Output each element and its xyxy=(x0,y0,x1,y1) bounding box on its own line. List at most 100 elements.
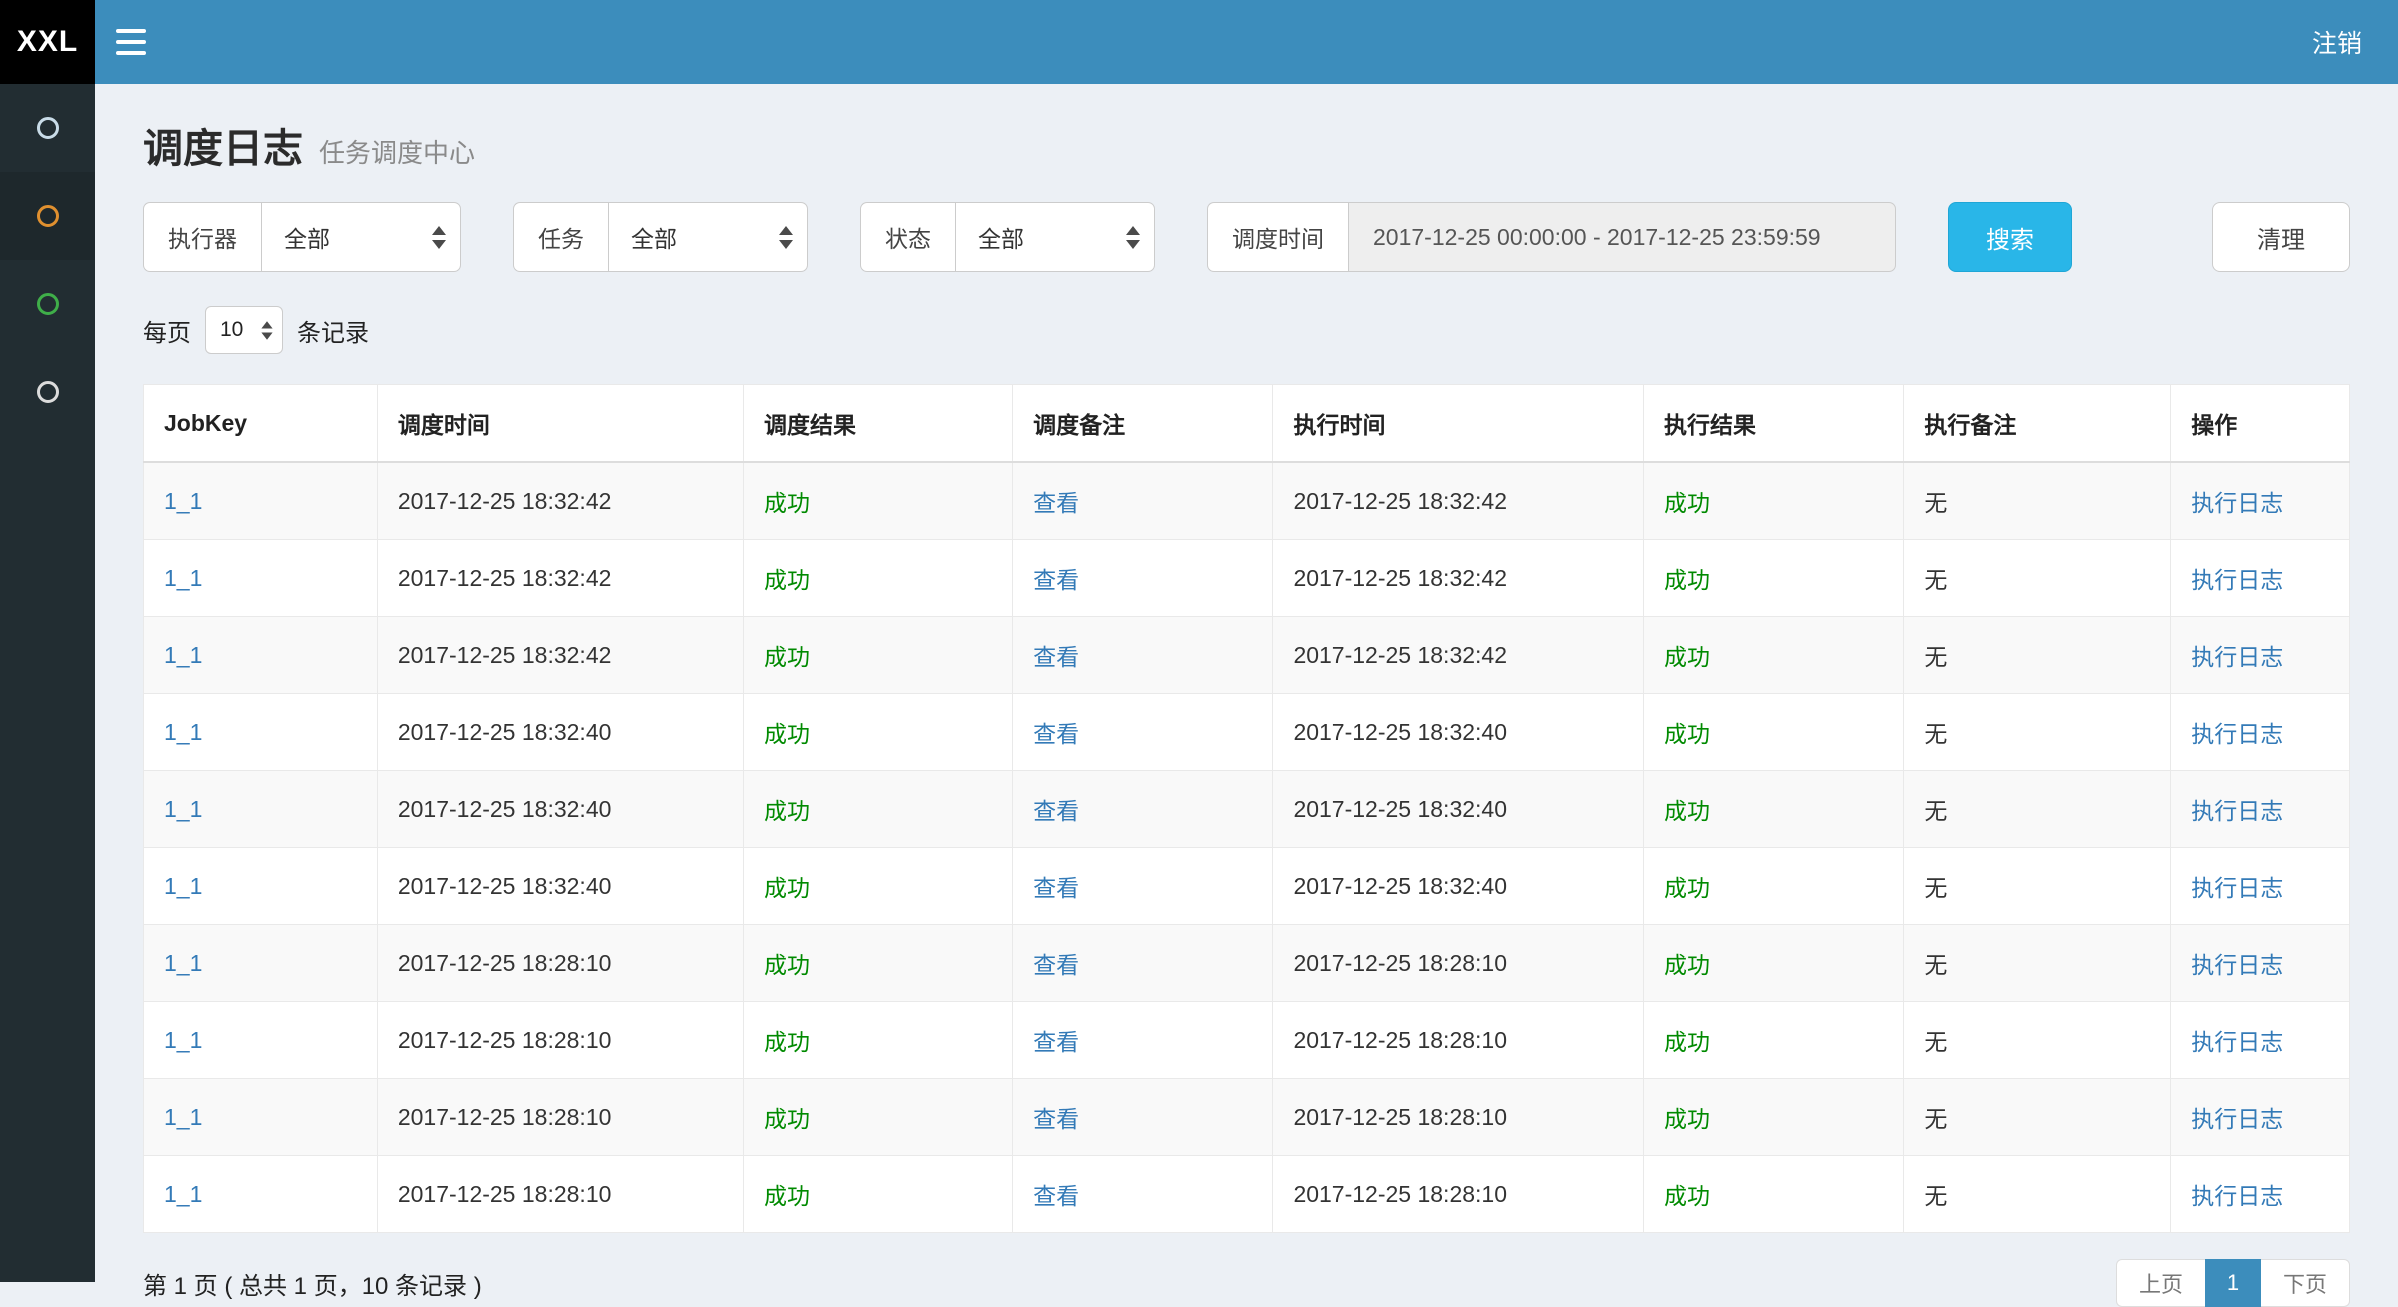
jobkey-link[interactable]: 1_1 xyxy=(164,1181,202,1207)
trigger-msg-link[interactable]: 查看 xyxy=(1033,1106,1079,1132)
select-stepper-icon xyxy=(779,226,793,249)
table-row: 1_1 2017-12-25 18:32:40 成功 查看 2017-12-25… xyxy=(144,848,2350,925)
jobkey-link[interactable]: 1_1 xyxy=(164,796,202,822)
trigger-result-cell: 成功 xyxy=(744,540,1013,617)
handle-msg-cell: 无 xyxy=(1904,925,2171,1002)
trigger-time-filter-group: 调度时间 2017-12-25 00:00:00 - 2017-12-25 23… xyxy=(1207,202,1896,272)
table-row: 1_1 2017-12-25 18:32:42 成功 查看 2017-12-25… xyxy=(144,462,2350,540)
job-filter-select[interactable]: 全部 xyxy=(608,202,808,272)
pagination-page-1-button[interactable]: 1 xyxy=(2205,1259,2261,1307)
exec-log-link[interactable]: 执行日志 xyxy=(2191,1183,2283,1209)
exec-log-link[interactable]: 执行日志 xyxy=(2191,721,2283,747)
select-stepper-icon xyxy=(261,321,272,339)
trigger-msg-link[interactable]: 查看 xyxy=(1033,1029,1079,1055)
page-size-prefix-label: 每页 xyxy=(143,313,191,348)
jobkey-link[interactable]: 1_1 xyxy=(164,950,202,976)
col-header-handle-result: 执行结果 xyxy=(1644,385,1904,463)
jobkey-link[interactable]: 1_1 xyxy=(164,488,202,514)
trigger-msg-link[interactable]: 查看 xyxy=(1033,875,1079,901)
handle-time-cell: 2017-12-25 18:28:10 xyxy=(1273,925,1644,1002)
exec-log-link[interactable]: 执行日志 xyxy=(2191,952,2283,978)
page-size-suffix-label: 条记录 xyxy=(297,313,369,348)
handle-result-cell: 成功 xyxy=(1644,1002,1904,1079)
table-row: 1_1 2017-12-25 18:28:10 成功 查看 2017-12-25… xyxy=(144,1079,2350,1156)
sidebar-toggle-button[interactable] xyxy=(95,0,167,84)
handle-result-cell: 成功 xyxy=(1644,925,1904,1002)
exec-log-link[interactable]: 执行日志 xyxy=(2191,644,2283,670)
select-stepper-icon xyxy=(432,226,446,249)
sidebar-item-4[interactable] xyxy=(0,348,95,436)
sidebar-item-1[interactable] xyxy=(0,84,95,172)
table-header-row: JobKey 调度时间 调度结果 调度备注 执行时间 执行结果 执行备注 操作 xyxy=(144,385,2350,463)
trigger-msg-link[interactable]: 查看 xyxy=(1033,952,1079,978)
trigger-result-cell: 成功 xyxy=(744,1156,1013,1233)
pagination-prev-button[interactable]: 上页 xyxy=(2116,1259,2206,1307)
executor-filter-select[interactable]: 全部 xyxy=(261,202,461,272)
pagination-info: 第 1 页 ( 总共 1 页，10 条记录 ) xyxy=(143,1266,482,1301)
trigger-result-cell: 成功 xyxy=(744,1079,1013,1156)
exec-log-link[interactable]: 执行日志 xyxy=(2191,1029,2283,1055)
col-header-trigger-time: 调度时间 xyxy=(377,385,743,463)
handle-time-cell: 2017-12-25 18:32:40 xyxy=(1273,771,1644,848)
executor-filter-label: 执行器 xyxy=(143,202,261,272)
col-header-trigger-result: 调度结果 xyxy=(744,385,1013,463)
handle-msg-cell: 无 xyxy=(1904,1079,2171,1156)
clear-button[interactable]: 清理 xyxy=(2212,202,2350,272)
pagination-next-button[interactable]: 下页 xyxy=(2260,1259,2350,1307)
col-header-trigger-msg: 调度备注 xyxy=(1013,385,1273,463)
trigger-msg-link[interactable]: 查看 xyxy=(1033,1183,1079,1209)
exec-log-link[interactable]: 执行日志 xyxy=(2191,567,2283,593)
handle-result-cell: 成功 xyxy=(1644,771,1904,848)
status-filter-select[interactable]: 全部 xyxy=(955,202,1155,272)
exec-log-link[interactable]: 执行日志 xyxy=(2191,1106,2283,1132)
trigger-result-cell: 成功 xyxy=(744,694,1013,771)
jobkey-link[interactable]: 1_1 xyxy=(164,642,202,668)
table-row: 1_1 2017-12-25 18:32:40 成功 查看 2017-12-25… xyxy=(144,771,2350,848)
pagination: 上页 1 下页 xyxy=(2116,1259,2350,1307)
job-filter-value: 全部 xyxy=(631,220,677,254)
page-size-value: 10 xyxy=(220,318,243,342)
trigger-time-range-input[interactable]: 2017-12-25 00:00:00 - 2017-12-25 23:59:5… xyxy=(1348,202,1896,272)
handle-result-cell: 成功 xyxy=(1644,540,1904,617)
jobkey-link[interactable]: 1_1 xyxy=(164,1027,202,1053)
trigger-time-cell: 2017-12-25 18:32:40 xyxy=(377,694,743,771)
trigger-time-filter-label: 调度时间 xyxy=(1207,202,1348,272)
page-subtitle: 任务调度中心 xyxy=(319,133,475,170)
circle-icon xyxy=(37,205,59,227)
handle-time-cell: 2017-12-25 18:32:42 xyxy=(1273,617,1644,694)
trigger-result-cell: 成功 xyxy=(744,462,1013,540)
trigger-time-cell: 2017-12-25 18:32:42 xyxy=(377,540,743,617)
sidebar-item-3[interactable] xyxy=(0,260,95,348)
trigger-msg-link[interactable]: 查看 xyxy=(1033,567,1079,593)
logout-link[interactable]: 注销 xyxy=(2276,0,2398,84)
exec-log-link[interactable]: 执行日志 xyxy=(2191,875,2283,901)
exec-log-link[interactable]: 执行日志 xyxy=(2191,798,2283,824)
jobkey-link[interactable]: 1_1 xyxy=(164,873,202,899)
jobkey-link[interactable]: 1_1 xyxy=(164,565,202,591)
page-size-select[interactable]: 10 xyxy=(205,306,283,354)
exec-log-link[interactable]: 执行日志 xyxy=(2191,490,2283,516)
table-row: 1_1 2017-12-25 18:28:10 成功 查看 2017-12-25… xyxy=(144,1002,2350,1079)
jobkey-link[interactable]: 1_1 xyxy=(164,1104,202,1130)
filter-toolbar: 执行器 全部 任务 全部 状态 全部 调度时间 2017-12-25 xyxy=(143,202,2350,272)
top-navbar: XXL 注销 xyxy=(0,0,2398,84)
table-row: 1_1 2017-12-25 18:28:10 成功 查看 2017-12-25… xyxy=(144,1156,2350,1233)
trigger-time-cell: 2017-12-25 18:28:10 xyxy=(377,1002,743,1079)
sidebar-item-2-active[interactable] xyxy=(0,172,95,260)
trigger-msg-link[interactable]: 查看 xyxy=(1033,644,1079,670)
dispatch-log-table: JobKey 调度时间 调度结果 调度备注 执行时间 执行结果 执行备注 操作 … xyxy=(143,384,2350,1233)
trigger-msg-link[interactable]: 查看 xyxy=(1033,490,1079,516)
circle-icon xyxy=(37,293,59,315)
jobkey-link[interactable]: 1_1 xyxy=(164,719,202,745)
handle-result-cell: 成功 xyxy=(1644,462,1904,540)
trigger-msg-link[interactable]: 查看 xyxy=(1033,721,1079,747)
trigger-result-cell: 成功 xyxy=(744,848,1013,925)
status-filter-value: 全部 xyxy=(978,220,1024,254)
job-filter-group: 任务 全部 xyxy=(513,202,808,272)
handle-result-cell: 成功 xyxy=(1644,1156,1904,1233)
handle-time-cell: 2017-12-25 18:28:10 xyxy=(1273,1002,1644,1079)
handle-msg-cell: 无 xyxy=(1904,1156,2171,1233)
trigger-result-cell: 成功 xyxy=(744,617,1013,694)
trigger-msg-link[interactable]: 查看 xyxy=(1033,798,1079,824)
search-button[interactable]: 搜索 xyxy=(1948,202,2072,272)
